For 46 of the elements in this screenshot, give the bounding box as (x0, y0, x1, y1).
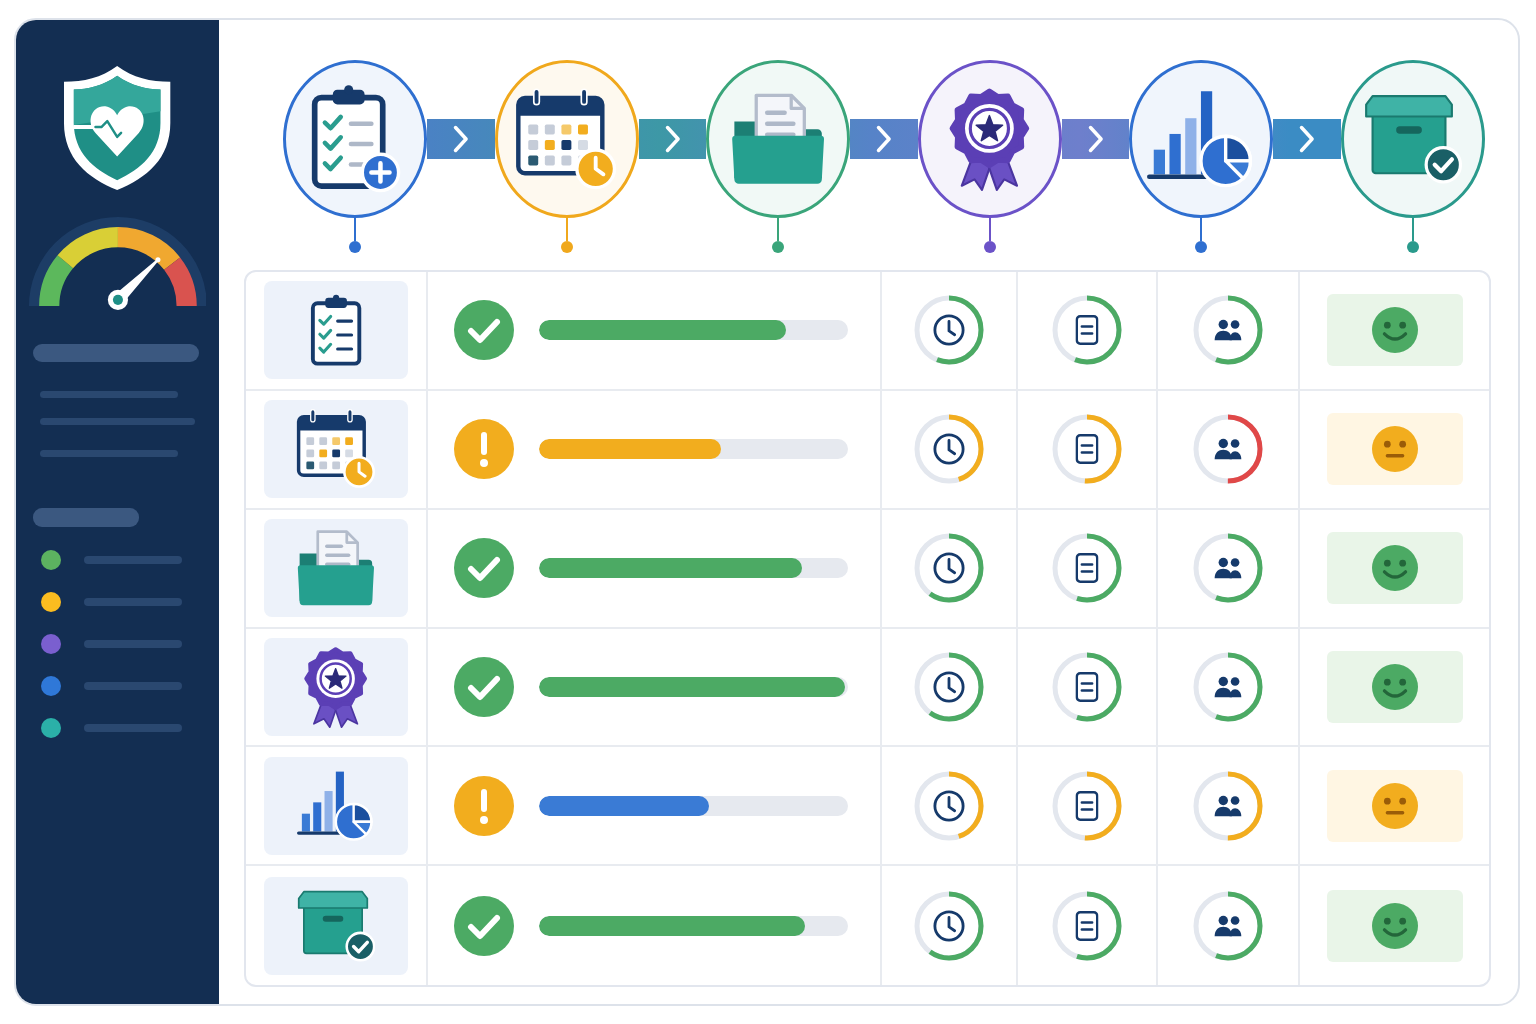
chevron-right-icon (663, 124, 682, 154)
chevron-right-icon (1298, 124, 1316, 154)
archive-box-check-icon (1363, 94, 1463, 184)
people-icon (1213, 438, 1243, 461)
check-circle-icon (454, 300, 514, 361)
smiling-face-icon (1371, 307, 1418, 354)
people-icon (1213, 794, 1243, 817)
folder-document-icon (296, 529, 376, 608)
exclamation-circle-icon (454, 775, 514, 836)
check-circle-icon (454, 538, 514, 599)
neutral-face-icon (1371, 426, 1418, 473)
clock-icon (933, 909, 965, 942)
check-circle-icon (454, 895, 514, 956)
people-icon (1213, 675, 1243, 698)
neutral-face-icon (1371, 782, 1418, 829)
folder-document-icon (730, 92, 827, 186)
document-icon (1075, 790, 1099, 821)
exclamation-circle-icon (454, 419, 514, 480)
chevron-right-icon (875, 124, 893, 154)
chevron-right-icon (1086, 124, 1105, 154)
calendar-clock-icon (295, 408, 377, 491)
smiling-face-icon (1371, 902, 1418, 949)
document-icon (1075, 553, 1099, 584)
clock-icon (933, 314, 965, 347)
clock-icon (933, 552, 965, 585)
smiling-face-icon (1371, 663, 1418, 710)
clock-icon (933, 789, 965, 822)
award-ribbon-icon (303, 645, 369, 728)
document-icon (1075, 671, 1099, 702)
clock-icon (933, 433, 965, 466)
people-icon (1213, 319, 1243, 342)
calendar-clock-icon (515, 86, 618, 192)
chevron-right-icon (452, 124, 470, 154)
clipboard-checklist-icon (308, 294, 364, 367)
clock-icon (933, 670, 965, 703)
archive-box-check-icon (296, 889, 376, 962)
shield-heart-icon (62, 64, 173, 192)
smiling-face-icon (1371, 545, 1418, 592)
document-icon (1075, 434, 1099, 465)
people-icon (1213, 557, 1243, 580)
people-icon (1213, 914, 1243, 937)
document-icon (1075, 910, 1099, 941)
award-ribbon-icon (948, 87, 1032, 191)
gauge-needle (107, 258, 159, 310)
document-icon (1075, 315, 1099, 346)
check-circle-icon (454, 656, 514, 717)
